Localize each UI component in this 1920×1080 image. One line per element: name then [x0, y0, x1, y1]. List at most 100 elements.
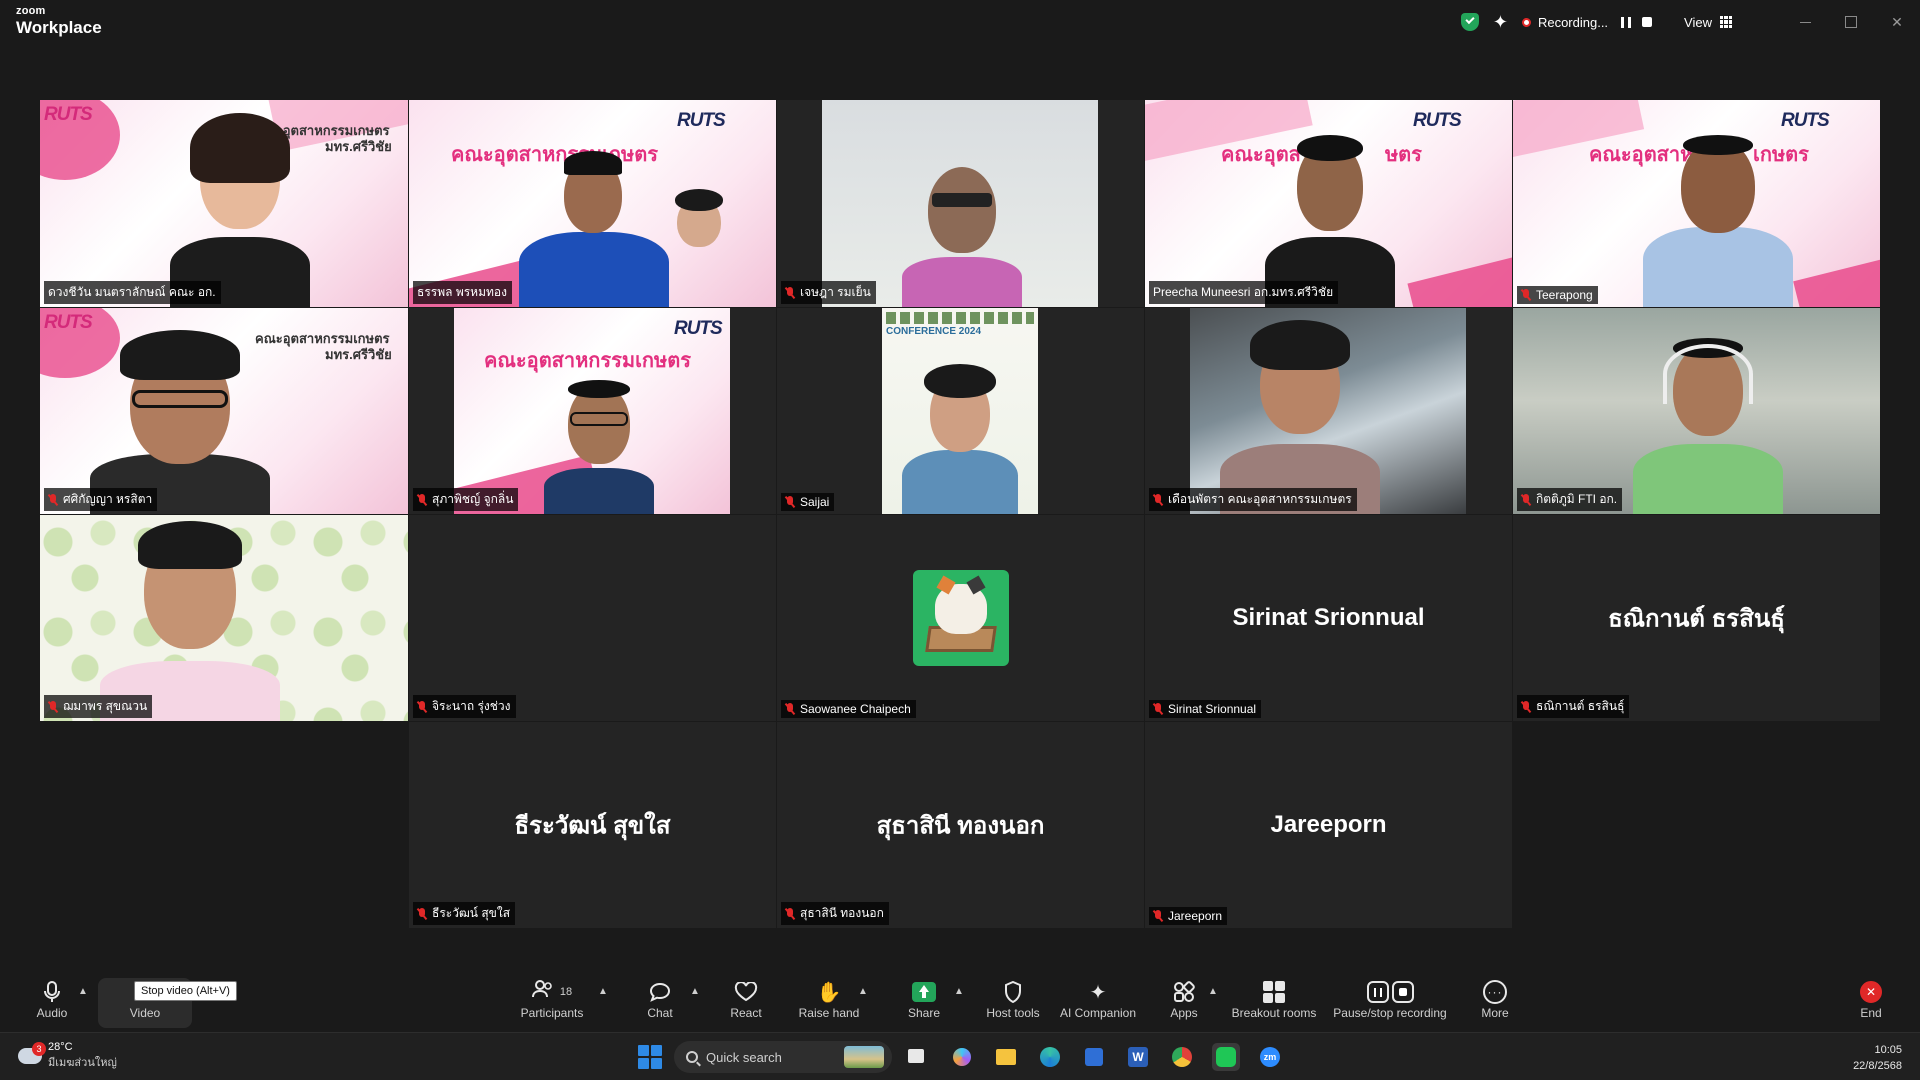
video-feed [1513, 308, 1880, 514]
muted-mic-icon [785, 286, 795, 299]
participant-tile[interactable]: ธณิกานต์ ธรสินธุ์ ธณิกานต์ ธรสินธุ์ [1513, 515, 1880, 721]
host-tools-button[interactable]: Host tools [982, 978, 1044, 1028]
breakout-rooms-button[interactable]: Breakout rooms [1232, 978, 1316, 1028]
raise-hand-options-chevron-icon[interactable]: ▲ [858, 986, 868, 997]
stop-recording-button[interactable] [1641, 16, 1653, 28]
participant-tile[interactable]: RUTS คณะอุตสาห ษตร Preecha Muneesri อก.ม… [1145, 100, 1512, 307]
apps-button[interactable]: Apps [1166, 978, 1202, 1028]
participant-tile[interactable]: RUTS คณะอุตสาห เกษตร Teerapong [1513, 100, 1880, 307]
store-icon[interactable] [1080, 1043, 1108, 1071]
video-feed: CONFERENCE 2024 [882, 308, 1038, 514]
brand-big: Workplace [16, 18, 102, 37]
participant-tile[interactable]: ฌมาพร สุขณวน [40, 515, 408, 721]
participant-tile[interactable]: RUTS คณะอุตสาหกรรมเกษตร มทร.ศรีวิชัย ศศิ… [40, 308, 408, 514]
participant-name-tag: เจษฎา รมเย็น [781, 281, 876, 304]
weather-widget[interactable]: 3 28°C มีเมฆส่วนใหญ่ [18, 1041, 117, 1071]
participant-display-name: ธีระวัฒน์ สุขใส [514, 812, 671, 840]
heart-icon [734, 978, 758, 1006]
participant-tile[interactable]: CONFERENCE 2024 Saijai [777, 308, 1144, 514]
participant-tile[interactable]: เดือนพัตรา คณะอุตสาหกรรมเกษตร [1145, 308, 1512, 514]
copilot-icon[interactable] [948, 1043, 976, 1071]
audio-options-chevron-icon[interactable]: ▲ [78, 986, 88, 997]
word-icon[interactable]: W [1124, 1043, 1152, 1071]
search-highlight-image [844, 1046, 884, 1068]
more-button[interactable]: ··· More [1478, 978, 1512, 1028]
chrome-icon[interactable] [1168, 1043, 1196, 1071]
people-icon [531, 980, 554, 1004]
chat-button[interactable]: Chat [640, 978, 680, 1028]
cat-icon [934, 584, 987, 634]
participant-tile[interactable]: RUTS คณะอุตสาหกรรมเกษตร มทร.ศรีวิชัย ดวง… [40, 100, 408, 307]
participants-options-chevron-icon[interactable]: ▲ [598, 986, 608, 997]
title-bar: zoom Workplace ✦ Recording... View ✕ [0, 0, 1920, 44]
participant-tile[interactable]: RUTS คณะอุตสาหกรรมเกษตร สุภาพิชญ์ จูกลิ่… [409, 308, 776, 514]
muted-mic-icon [1521, 289, 1531, 301]
participant-name-tag: ธีระวัฒน์ สุขใส [413, 902, 516, 925]
task-view-icon[interactable] [902, 1043, 930, 1071]
ai-companion-button[interactable]: ✦ AI Companion [1058, 978, 1138, 1028]
video-feed [1190, 308, 1466, 514]
share-options-chevron-icon[interactable]: ▲ [954, 986, 964, 997]
system-clock[interactable]: 10:05 22/8/2568 [1853, 1042, 1902, 1074]
stop-video-tooltip: Stop video (Alt+V) [134, 981, 237, 1001]
share-screen-icon [912, 982, 936, 1002]
participants-count: 18 [559, 986, 573, 998]
participant-name-tag: ธณิกานต์ ธรสินธุ์ [1517, 695, 1630, 718]
edge-browser-icon[interactable] [1036, 1043, 1064, 1071]
participants-button[interactable]: 18 Participants [518, 978, 586, 1028]
close-window-button[interactable]: ✕ [1874, 0, 1920, 44]
video-feed: RUTS คณะอุตสาหกรรมเกษตร มทร.ศรีวิชัย [40, 308, 408, 514]
search-placeholder: Quick search [706, 1049, 782, 1065]
zoom-app-icon[interactable]: zm [1256, 1043, 1284, 1071]
participant-display-name: Sirinat Srionnual [1232, 604, 1425, 631]
taskbar-search[interactable]: Quick search [674, 1041, 892, 1073]
participant-name-tag: สุธาสินี ทองนอก [781, 902, 889, 925]
share-button[interactable]: Share [904, 978, 944, 1028]
muted-mic-icon [785, 496, 795, 508]
participant-tile[interactable]: จิระนาถ รุ่งช่วง [409, 515, 776, 721]
participant-name-tag: เดือนพัตรา คณะอุตสาหกรรมเกษตร [1149, 488, 1357, 511]
gallery-grid-icon[interactable] [1720, 16, 1732, 28]
microphone-icon [44, 978, 60, 1006]
pause-recording-button[interactable] [1620, 16, 1632, 28]
raise-hand-button[interactable]: ✋ Raise hand [798, 978, 860, 1028]
participant-tile[interactable]: เจษฎา รมเย็น [777, 100, 1144, 307]
participant-name-tag: Sirinat Srionnual [1149, 700, 1262, 718]
minimize-button[interactable] [1782, 0, 1828, 44]
participant-tile[interactable]: RUTS คณะอุตสาหกรรมเกษตร ธรรพล พรหมทอง [409, 100, 776, 307]
participant-tile[interactable]: Sirinat Srionnual Sirinat Srionnual [1145, 515, 1512, 721]
windows-taskbar: 3 28°C มีเมฆส่วนใหญ่ Quick search W zm 1… [0, 1032, 1920, 1080]
participant-tile[interactable]: สุธาสินี ทองนอก สุธาสินี ทองนอก [777, 722, 1144, 928]
windows-start-icon[interactable] [638, 1045, 662, 1069]
stop-icon [1642, 17, 1653, 27]
participant-tile[interactable]: กิตติภูมิ FTI อก. [1513, 308, 1880, 514]
video-feed: RUTS คณะอุตสาหกรรมเกษตร [454, 308, 730, 514]
react-button[interactable]: React [726, 978, 766, 1028]
muted-mic-icon [417, 493, 427, 506]
participant-name-tag: Saijai [781, 493, 835, 511]
chat-options-chevron-icon[interactable]: ▲ [690, 986, 700, 997]
participant-name-tag: กิตติภูมิ FTI อก. [1517, 488, 1623, 511]
view-button[interactable]: View [1684, 15, 1712, 30]
participant-display-name: สุธาสินี ทองนอก [876, 812, 1045, 840]
audio-button[interactable]: Audio [32, 978, 72, 1028]
encryption-shield-icon[interactable] [1460, 13, 1479, 31]
maximize-button[interactable] [1828, 0, 1874, 44]
file-explorer-icon[interactable] [992, 1043, 1020, 1071]
participant-name-tag: Jareeporn [1149, 907, 1228, 925]
cloud-icon: 3 [18, 1042, 46, 1064]
line-app-icon[interactable] [1212, 1043, 1240, 1071]
pause-stop-recording-button[interactable]: Pause/stop recording [1333, 978, 1447, 1028]
participant-name-tag: ฌมาพร สุขณวน [44, 695, 153, 718]
end-meeting-button[interactable]: ✕ End [1856, 978, 1886, 1028]
recording-dot-icon [1521, 17, 1531, 27]
participant-tile[interactable]: Saowanee Chaipech [777, 515, 1144, 721]
apps-options-chevron-icon[interactable]: ▲ [1208, 986, 1218, 997]
participant-name-tag: ธรรพล พรหมทอง [413, 281, 512, 304]
ai-sparkle-icon[interactable]: ✦ [1493, 12, 1508, 33]
participant-tile[interactable]: ธีระวัฒน์ สุขใส ธีระวัฒน์ สุขใส [409, 722, 776, 928]
muted-mic-icon [1521, 493, 1531, 506]
muted-mic-icon [1153, 493, 1163, 506]
participant-tile[interactable]: Jareeporn Jareeporn [1145, 722, 1512, 928]
clock-time: 10:05 [1874, 1044, 1902, 1056]
